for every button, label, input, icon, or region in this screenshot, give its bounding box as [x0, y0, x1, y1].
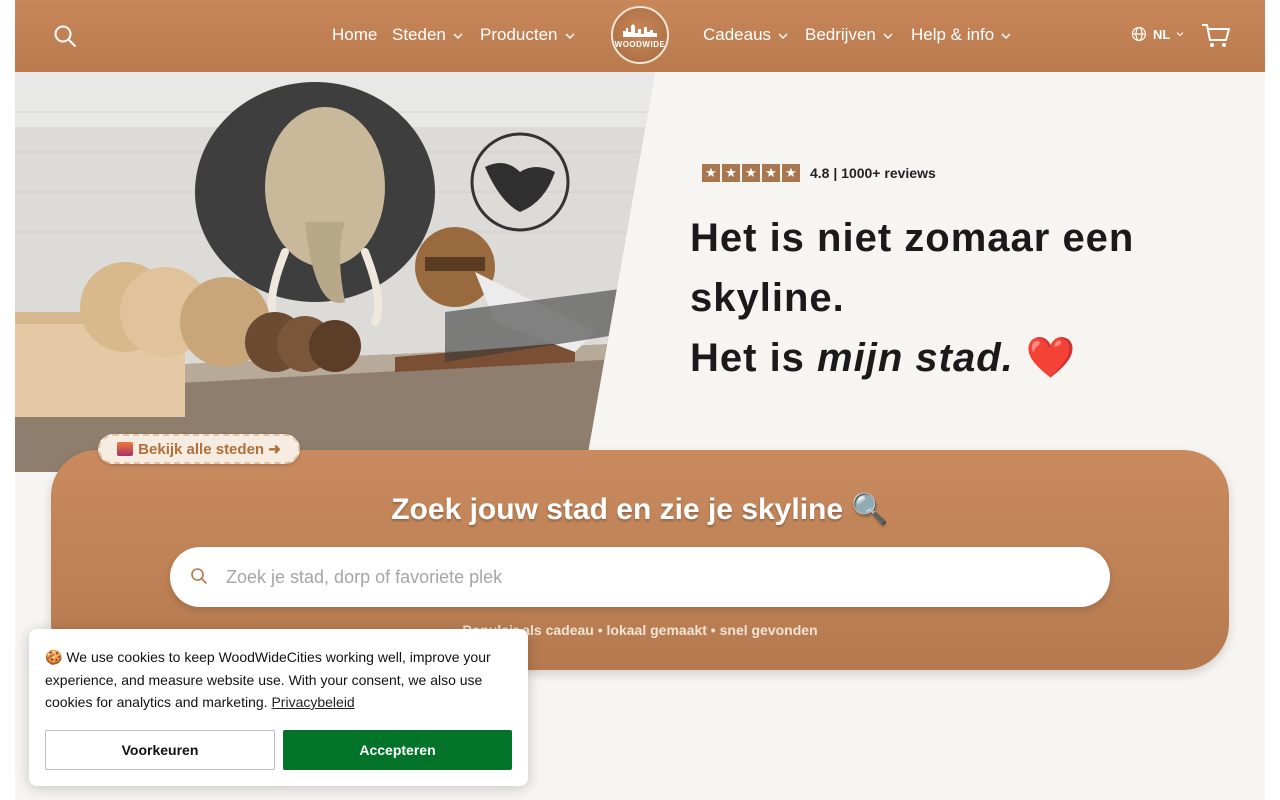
language-code: NL — [1153, 26, 1171, 42]
nav-cadeaus-label: Cadeaus — [703, 25, 772, 44]
nav-producten[interactable]: Producten — [480, 25, 576, 45]
accept-button[interactable]: Accepteren — [283, 730, 512, 770]
hero-headline: Het is niet zomaar een skyline. Het is m… — [690, 208, 1230, 388]
headline-line1: Het is niet zomaar een skyline. — [690, 216, 1135, 320]
nav-home-label: Home — [332, 25, 378, 44]
search-icon — [191, 568, 207, 584]
hero-image — [15, 72, 655, 472]
star-icon: ★ — [782, 164, 800, 182]
cookie-text: 🍪 We use cookies to keep WoodWideCities … — [45, 649, 491, 710]
preferences-button[interactable]: Voorkeuren — [45, 730, 275, 770]
search-box — [170, 547, 1110, 607]
language-selector[interactable]: NL — [1131, 26, 1184, 42]
nav-help-info-label: Help & info — [911, 25, 995, 44]
rating-stars: ★ ★ ★ ★ ★ — [702, 164, 800, 182]
chevron-down-icon — [564, 32, 575, 39]
nav-bedrijven-label: Bedrijven — [805, 25, 876, 44]
star-icon: ★ — [722, 164, 740, 182]
logo-text: WOODWIDE — [614, 39, 666, 49]
site-header: Home Steden Producten WOODWIDE Cadeaus B… — [15, 0, 1265, 72]
city-search-input[interactable] — [226, 547, 1086, 607]
workshop-photo — [15, 72, 655, 472]
nav-producten-label: Producten — [480, 25, 558, 44]
globe-icon — [1131, 26, 1147, 42]
logo[interactable]: WOODWIDE — [611, 6, 669, 64]
chevron-down-icon — [778, 32, 788, 39]
nav-bedrijven[interactable]: Bedrijven — [805, 25, 894, 45]
view-all-cities-button[interactable]: Bekijk alle steden ➜ — [98, 434, 300, 464]
nav-cadeaus[interactable]: Cadeaus — [703, 25, 789, 45]
chevron-down-icon — [883, 32, 893, 39]
headline-line2-prefix: Het is — [690, 336, 818, 380]
headline-line2-emphasis: mijn stad. — [817, 336, 1014, 380]
nav-home[interactable]: Home — [332, 25, 377, 45]
nav-steden-label: Steden — [392, 25, 446, 44]
cookie-banner: 🍪 We use cookies to keep WoodWideCities … — [29, 629, 528, 786]
view-all-cities-label: Bekijk alle steden ➜ — [138, 441, 281, 458]
cart-icon[interactable] — [1201, 22, 1231, 50]
search-title: Zoek jouw stad en zie je skyline 🔍 — [391, 493, 889, 526]
heart-icon: ❤️ — [1025, 336, 1077, 380]
search-icon[interactable] — [53, 24, 77, 48]
chevron-down-icon — [453, 32, 463, 39]
nav-steden[interactable]: Steden — [392, 25, 464, 45]
skyline-logo-icon — [623, 23, 657, 37]
chevron-down-icon — [1001, 32, 1011, 39]
star-icon: ★ — [762, 164, 780, 182]
rating-text: 4.8 | 1000+ reviews — [810, 165, 936, 181]
page: Home Steden Producten WOODWIDE Cadeaus B… — [15, 0, 1265, 800]
rating: ★ ★ ★ ★ ★ 4.8 | 1000+ reviews — [702, 164, 936, 182]
nav-help-info[interactable]: Help & info — [911, 25, 1012, 45]
cookie-message: 🍪 We use cookies to keep WoodWideCities … — [45, 646, 515, 714]
star-icon: ★ — [702, 164, 720, 182]
chevron-down-icon — [1176, 32, 1184, 37]
city-sunset-icon — [117, 442, 134, 456]
star-icon: ★ — [742, 164, 760, 182]
privacy-policy-link[interactable]: Privacybeleid — [271, 694, 354, 710]
